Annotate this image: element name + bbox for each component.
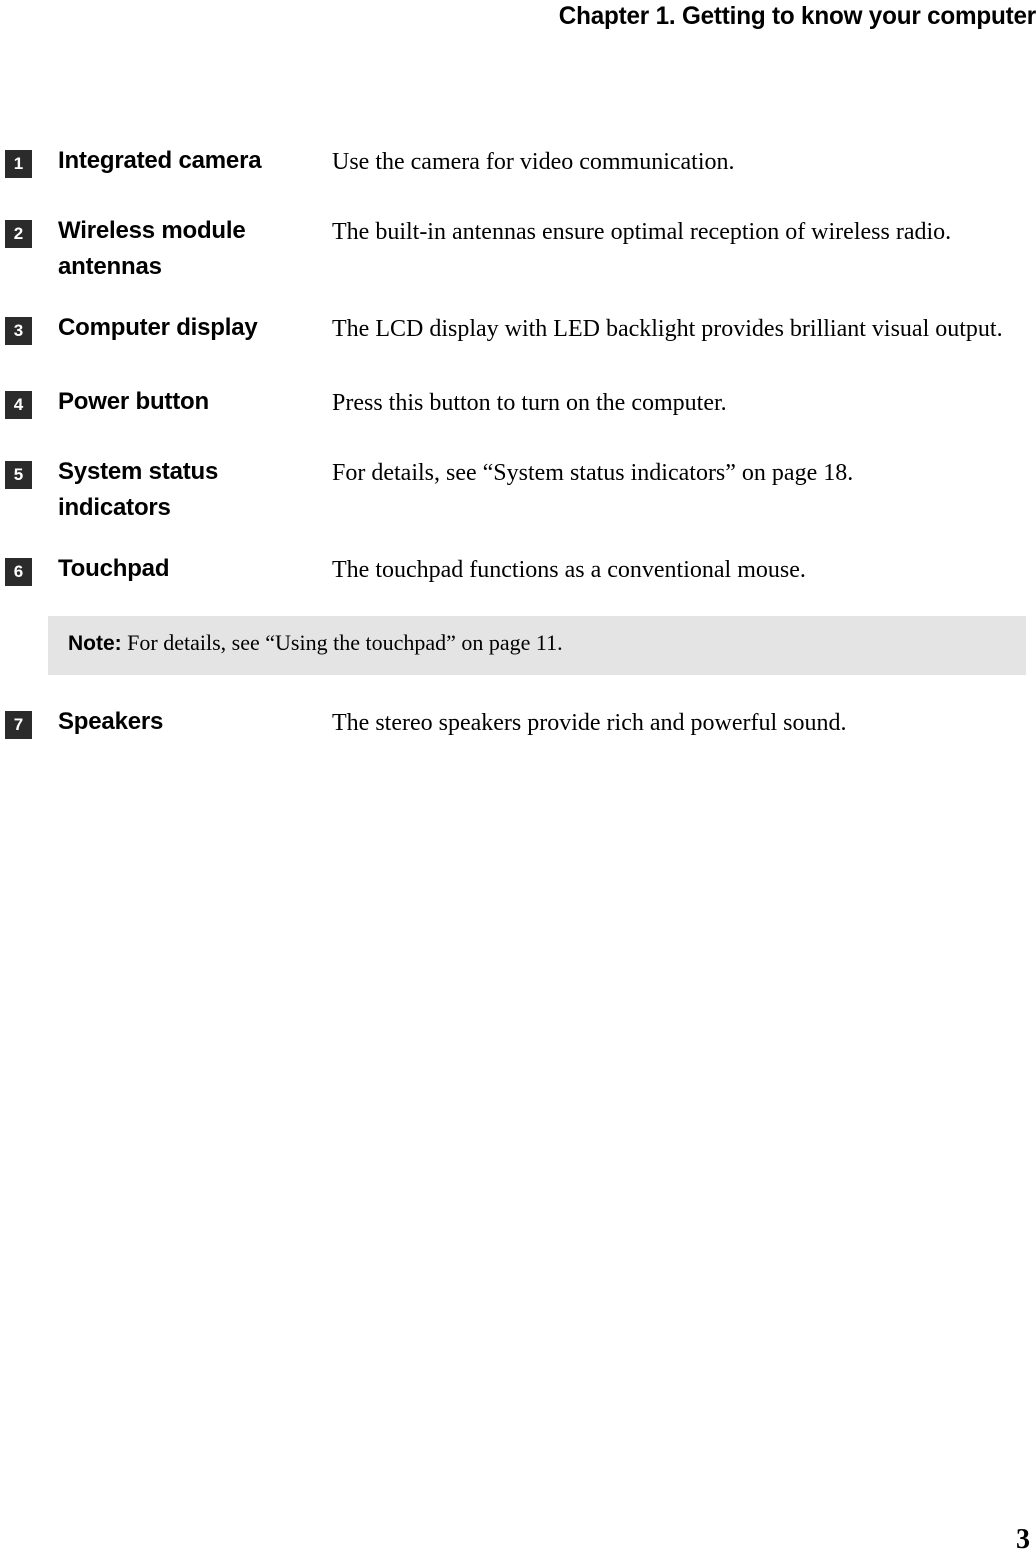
feature-label: Wireless module antennas [58, 217, 246, 280]
feature-description: For details, see “System status indicato… [332, 460, 854, 486]
row-spacer [0, 285, 1036, 307]
feature-label: Touchpad [58, 555, 170, 582]
feature-label: Integrated camera [58, 147, 262, 174]
feature-label: Speakers [58, 708, 164, 735]
callout-number-badge: 5 [5, 461, 32, 489]
row-spacer [0, 429, 1036, 451]
table-row: 3 Computer display The LCD display with … [0, 307, 1036, 355]
callout-number-badge: 2 [5, 220, 32, 248]
callout-badge-cell: 2 [0, 210, 58, 248]
feature-description: The built-in antennas ensure optimal rec… [332, 219, 952, 245]
note-keyword: Note: [68, 632, 122, 655]
table-row: 1 Integrated camera Use the camera for v… [0, 140, 1036, 188]
feature-description: The touchpad functions as a conventional… [332, 557, 806, 583]
callout-badge-cell: 5 [0, 451, 58, 489]
feature-label: System status indicators [58, 458, 219, 521]
note-line: Note: For details, see “Using the touchp… [68, 630, 1026, 657]
table-row: 6 Touchpad The touchpad functions as a c… [0, 548, 1036, 596]
page-number: 3 [1016, 1524, 1030, 1555]
table-row: 2 Wireless module antennas The built-in … [0, 210, 1036, 285]
table-row: 7 Speakers The stereo speakers provide r… [0, 701, 1036, 749]
table-row: 5 System status indicators For details, … [0, 451, 1036, 526]
callout-number-badge: 6 [5, 558, 32, 586]
row-spacer [0, 355, 1036, 381]
table-row: 4 Power button Press this button to turn… [0, 381, 1036, 429]
callout-number-badge: 1 [5, 150, 32, 178]
row-spacer [0, 675, 1036, 701]
row-spacer [0, 526, 1036, 548]
callout-number-badge: 4 [5, 391, 32, 419]
callout-badge-cell: 3 [0, 307, 58, 345]
note-callout: Note: For details, see “Using the touchp… [48, 616, 1026, 675]
note-text: For details, see “Using the touchpad” on… [127, 630, 563, 655]
chapter-title: Chapter 1. Getting to know your computer [558, 2, 1036, 30]
feature-description: The stereo speakers provide rich and pow… [332, 710, 847, 736]
feature-description: Use the camera for video communication. [332, 149, 735, 175]
feature-label: Power button [58, 388, 209, 415]
page-running-header: Chapter 1. Getting to know your computer [0, 0, 1036, 40]
callout-badge-cell: 6 [0, 548, 58, 586]
callout-number-badge: 7 [5, 711, 32, 739]
row-spacer [0, 188, 1036, 210]
feature-description: The LCD display with LED backlight provi… [332, 316, 1003, 342]
callout-badge-cell: 4 [0, 381, 58, 419]
feature-description: Press this button to turn on the compute… [332, 390, 727, 416]
feature-table: 1 Integrated camera Use the camera for v… [0, 140, 1036, 749]
feature-label: Computer display [58, 314, 258, 341]
callout-badge-cell: 1 [0, 140, 58, 178]
callout-badge-cell: 7 [0, 701, 58, 739]
callout-number-badge: 3 [5, 317, 32, 345]
